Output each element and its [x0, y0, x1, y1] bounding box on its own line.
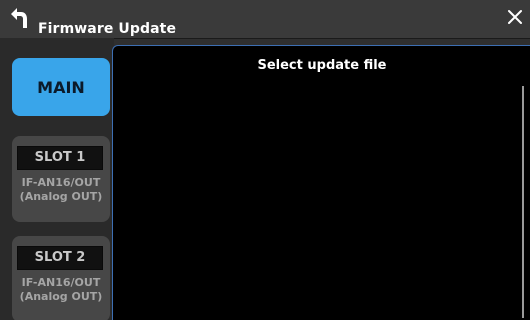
firmware-update-screen: Firmware Update MAIN SLOT 1 IF-AN16/OUT … [0, 0, 530, 320]
back-button[interactable] [8, 6, 30, 30]
slot-1-label: SLOT 1 [17, 146, 103, 170]
slot-1-button[interactable]: SLOT 1 IF-AN16/OUT (Analog OUT) [12, 136, 110, 222]
close-icon [508, 10, 522, 24]
page-title: Firmware Update [38, 21, 177, 37]
slot-1-card-model: IF-AN16/OUT [21, 176, 101, 189]
slot-2-card-type: IF-AN16/OUT (Analog OUT) [12, 276, 110, 304]
slot-2-label: SLOT 2 [17, 246, 103, 270]
panel-title: Select update file [257, 58, 387, 73]
slot-2-card-model: IF-AN16/OUT [21, 276, 101, 289]
file-list-scrollbar[interactable] [522, 86, 524, 318]
main-tab-button[interactable]: MAIN [12, 58, 110, 116]
slot-1-card-description: (Analog OUT) [19, 190, 103, 203]
update-file-panel: Select update file [112, 45, 530, 320]
back-arrow-icon [11, 8, 27, 28]
slot-2-card-description: (Analog OUT) [19, 290, 103, 303]
slot-1-card-type: IF-AN16/OUT (Analog OUT) [12, 176, 110, 204]
sidebar: MAIN SLOT 1 IF-AN16/OUT (Analog OUT) SLO… [0, 38, 114, 320]
slot-2-button[interactable]: SLOT 2 IF-AN16/OUT (Analog OUT) [12, 236, 110, 320]
title-bar: Firmware Update [0, 0, 530, 39]
close-button[interactable] [506, 8, 524, 26]
